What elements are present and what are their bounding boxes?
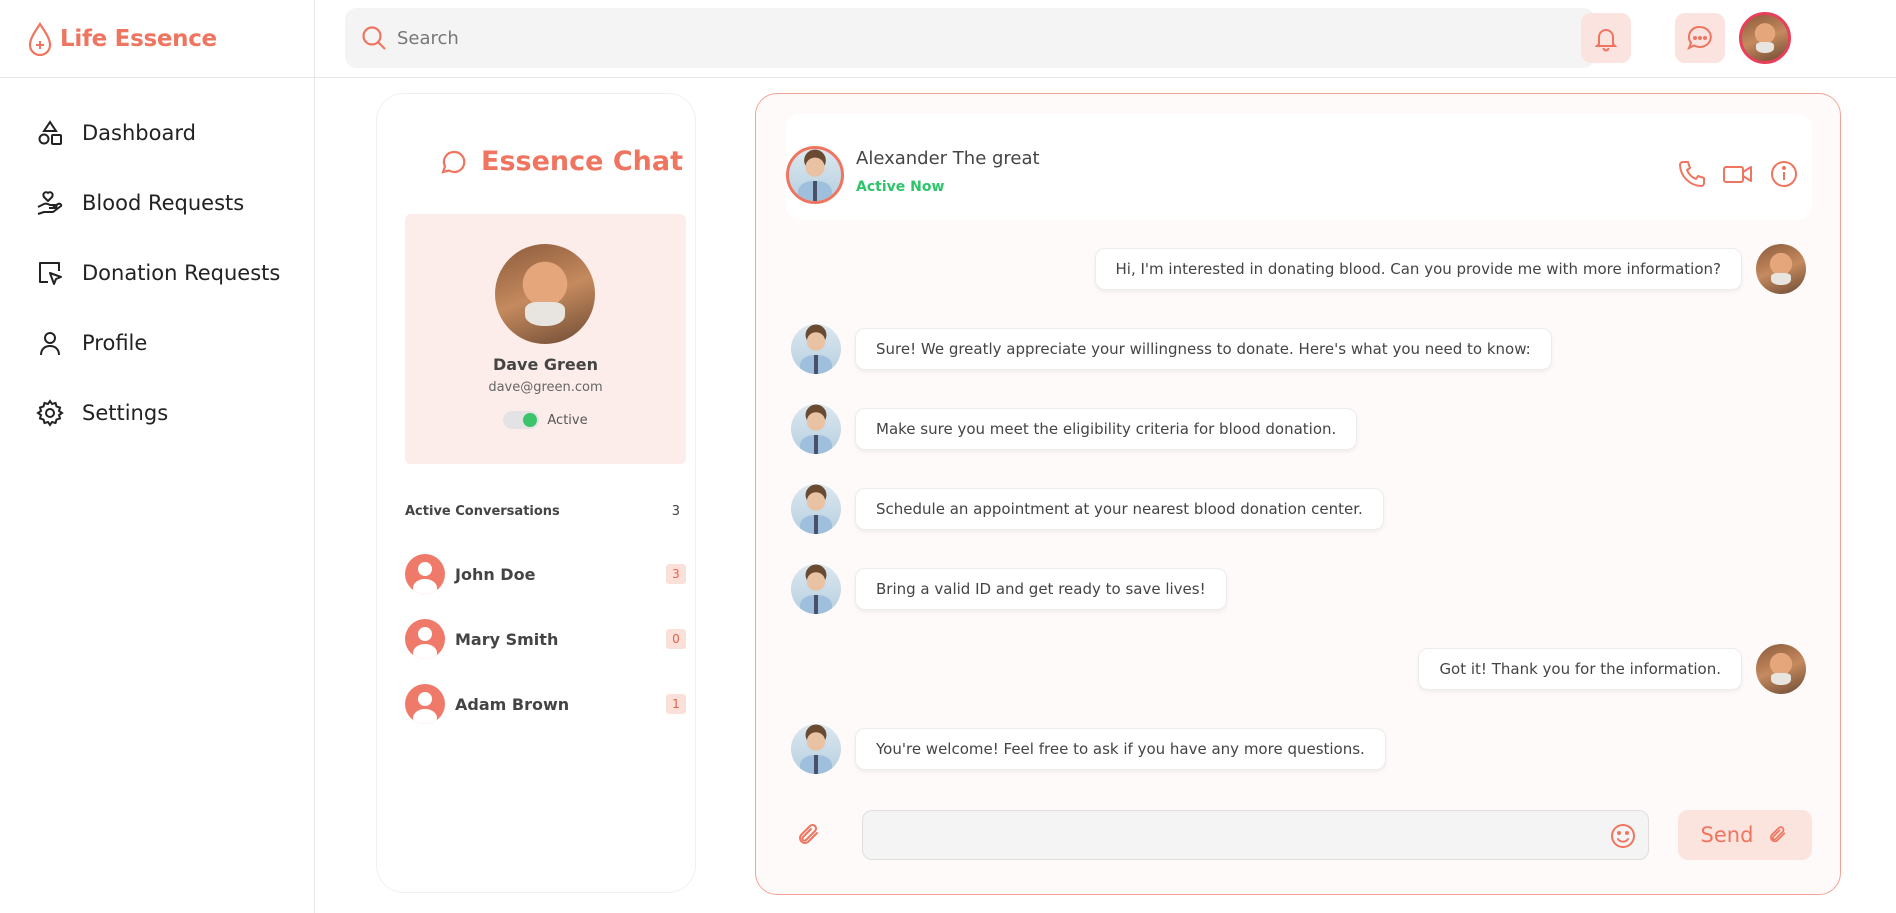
conversation-name: Adam Brown [455,694,570,714]
chat-list-panel: Essence Chat Dave Green dave@green.com A… [376,93,696,893]
unread-badge: 3 [666,564,686,584]
messages-button[interactable] [1675,13,1725,63]
search-input[interactable] [397,27,1547,49]
conversation-name: Mary Smith [455,629,559,649]
sidebar-item-label: Blood Requests [82,191,245,215]
sender-avatar [791,324,841,374]
chat-panel-title: Essence Chat [439,146,683,177]
conversation-item-adam-brown[interactable]: Adam Brown 1 [405,682,686,726]
sender-avatar [791,484,841,534]
message-bubble: Hi, I'm interested in donating blood. Ca… [1094,248,1742,290]
message-bubble: You're welcome! Feel free to ask if you … [855,728,1386,770]
sidebar-item-settings[interactable]: Settings [0,378,314,448]
sidebar: Life Essence Dashboard Blood Requests Do… [0,0,315,913]
paperclip-icon [799,823,818,844]
conversation-avatar [405,619,445,659]
shapes-icon [36,119,64,147]
search-box[interactable] [345,8,1595,68]
sidebar-item-dashboard[interactable]: Dashboard [0,98,314,168]
cursor-square-icon [36,259,64,287]
conversation-item-mary-smith[interactable]: Mary Smith 0 [405,617,686,661]
send-button[interactable]: Send [1678,810,1812,860]
conversation-avatar [405,684,445,724]
chat-window: Alexander The great Active Now Hi, I'm i… [755,93,1841,895]
unread-badge: 1 [666,694,686,714]
smiley-icon [1611,824,1635,848]
video-camera-icon [1723,166,1752,183]
message-outgoing: Got it! Thank you for the information. [1418,644,1806,694]
contact-avatar[interactable] [786,146,844,204]
sender-avatar [1756,644,1806,694]
message-list: Hi, I'm interested in donating blood. Ca… [756,244,1840,874]
message-bubble: Got it! Thank you for the information. [1418,648,1742,690]
sidebar-item-donation-requests[interactable]: Donation Requests [0,238,314,308]
blood-drop-icon [28,21,52,56]
contact-status: Active Now [856,179,945,195]
user-avatar[interactable] [1739,12,1791,64]
chat-icon [441,150,466,174]
sidebar-item-label: Settings [82,401,169,425]
chat-actions [1676,158,1800,190]
info-button[interactable] [1768,158,1800,190]
sender-avatar [791,404,841,454]
send-label: Send [1700,823,1754,847]
attach-button[interactable] [794,820,824,850]
message-incoming: Schedule an appointment at your nearest … [791,484,1384,534]
emoji-button[interactable] [1608,821,1638,851]
conversations-header: Active Conversations 3 [405,504,680,519]
status-toggle[interactable] [503,411,540,429]
search-icon [362,26,386,50]
message-composer: Send [786,810,1812,860]
phone-icon [1679,161,1705,187]
profile-status: Active [405,411,686,429]
sidebar-item-label: Dashboard [82,121,196,145]
call-button[interactable] [1676,158,1708,190]
contact-name: Alexander The great [856,148,1040,169]
message-incoming: You're welcome! Feel free to ask if you … [791,724,1386,774]
sidebar-item-label: Profile [82,331,148,355]
message-bubble: Make sure you meet the eligibility crite… [855,408,1358,450]
conversation-avatar [405,554,445,594]
sender-avatar [791,724,841,774]
sender-avatar [791,564,841,614]
hand-heart-icon [36,189,64,217]
message-bubble: Bring a valid ID and get ready to save l… [855,568,1227,610]
chat-header: Alexander The great Active Now [786,114,1812,220]
video-call-button[interactable] [1722,158,1754,190]
notifications-button[interactable] [1581,13,1631,63]
message-bubble: Schedule an appointment at your nearest … [855,488,1384,530]
bell-icon [1594,29,1618,52]
conversation-name: John Doe [455,564,536,584]
user-icon [36,329,64,357]
chat-panel-title-text: Essence Chat [481,146,683,177]
sidebar-item-profile[interactable]: Profile [0,308,314,378]
sidebar-nav: Dashboard Blood Requests Donation Reques… [0,78,314,448]
conversations-count: 3 [671,504,680,519]
paperclip-icon [1770,826,1786,843]
profile-email: dave@green.com [488,380,603,395]
message-input-box[interactable] [862,810,1649,860]
message-incoming: Sure! We greatly appreciate your willing… [791,324,1552,374]
sidebar-item-blood-requests[interactable]: Blood Requests [0,168,314,238]
unread-badge: 0 [666,629,686,649]
profile-card: Dave Green dave@green.com Active [405,214,686,464]
app-logo[interactable]: Life Essence [0,0,314,78]
profile-avatar [495,244,595,344]
info-icon [1771,161,1797,187]
chat-bubble-icon [1687,25,1712,51]
gear-icon [36,399,64,427]
app-name: Life Essence [60,25,217,52]
sender-avatar [1756,244,1806,294]
message-incoming: Bring a valid ID and get ready to save l… [791,564,1227,614]
message-outgoing: Hi, I'm interested in donating blood. Ca… [1094,244,1806,294]
status-label: Active [547,412,588,428]
conversations-title: Active Conversations [405,504,560,519]
message-input[interactable] [877,811,1597,859]
profile-name: Dave Green [492,355,599,374]
conversation-item-john-doe[interactable]: John Doe 3 [405,552,686,596]
top-bar [315,0,1896,78]
message-incoming: Make sure you meet the eligibility crite… [791,404,1358,454]
sidebar-item-label: Donation Requests [82,261,281,285]
message-bubble: Sure! We greatly appreciate your willing… [855,328,1552,370]
